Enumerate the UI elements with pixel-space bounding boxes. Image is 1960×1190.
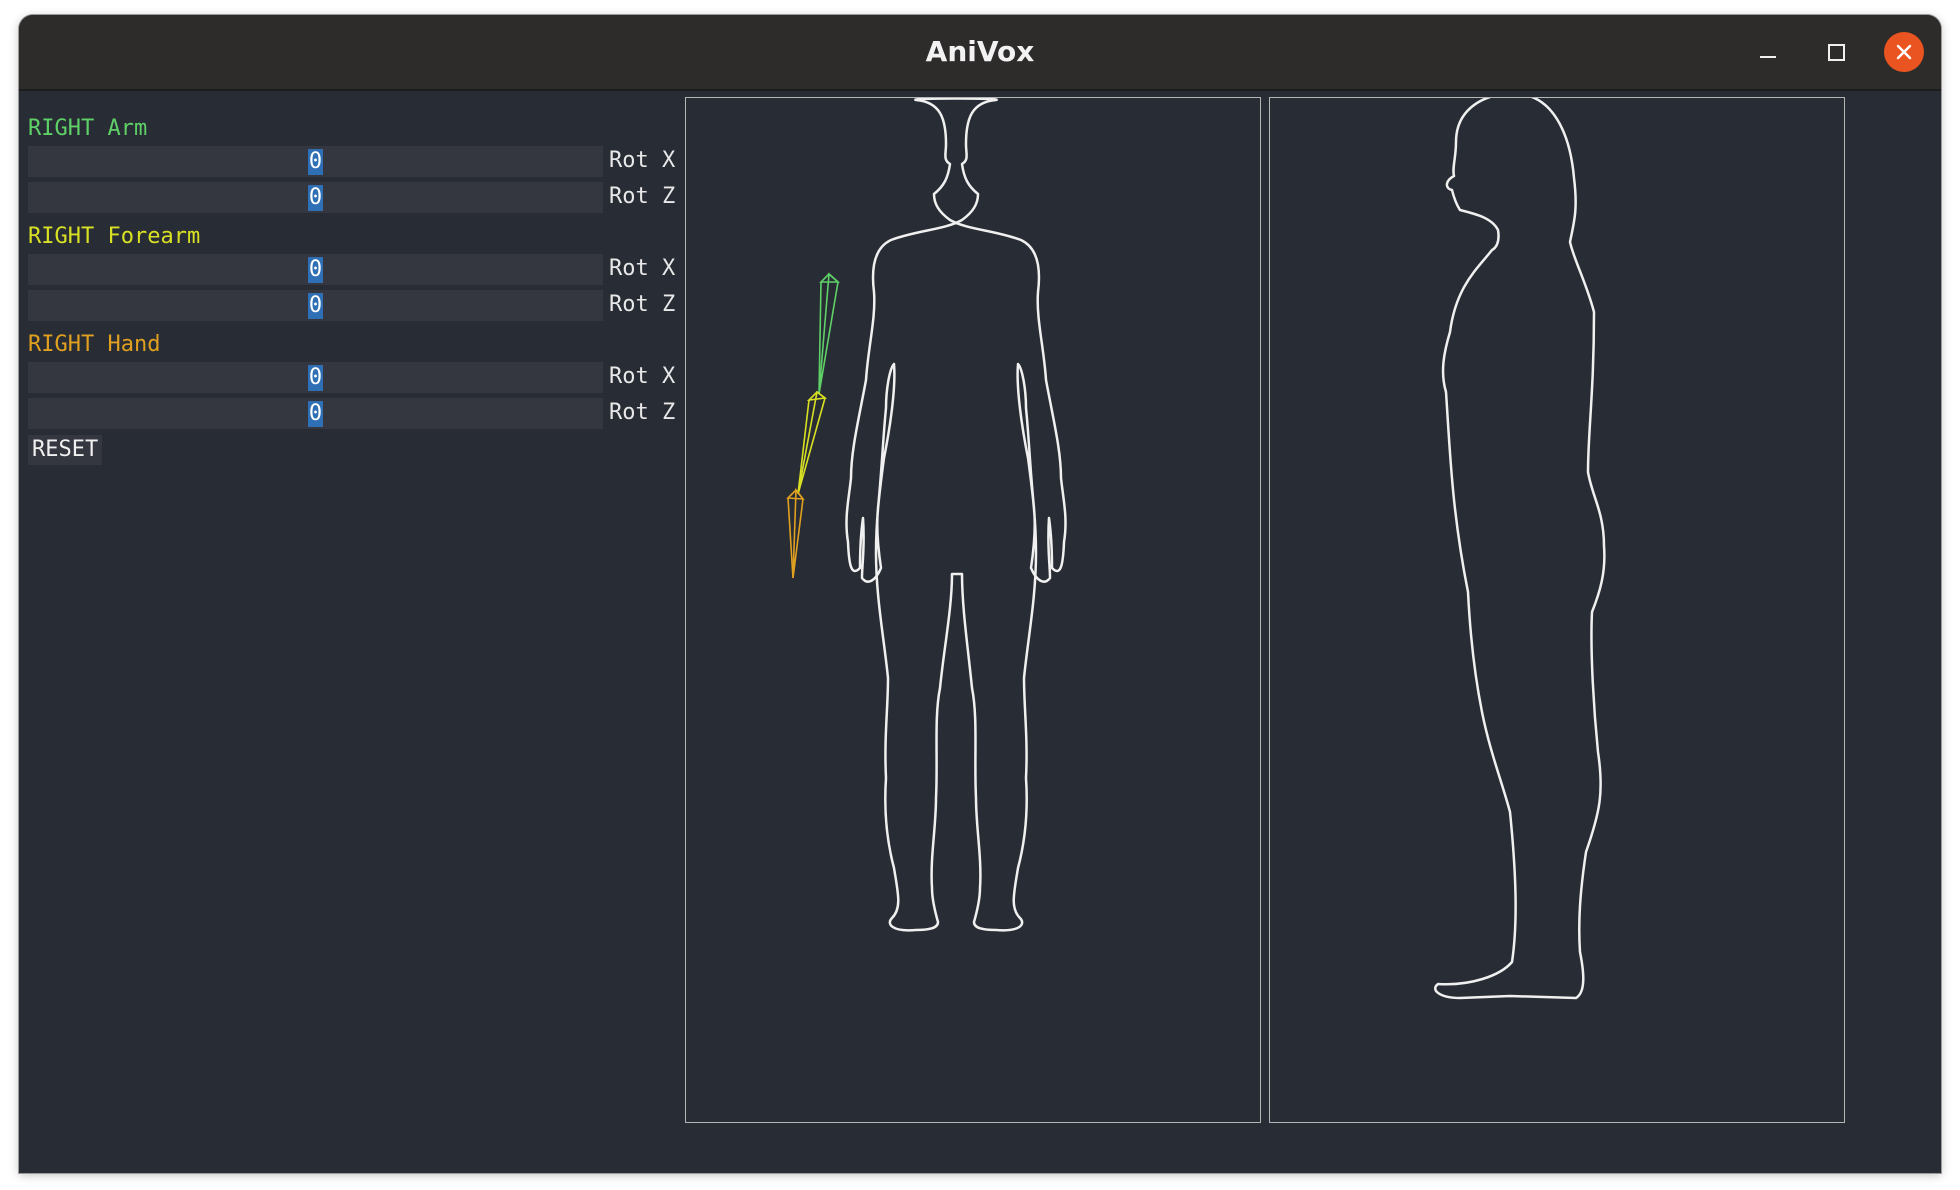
arm-rot-x-input[interactable]: 0 (28, 146, 603, 177)
hand-rot-z-value: 0 (307, 400, 324, 427)
human-side-silhouette (1434, 98, 1606, 1000)
hand-rot-z-input[interactable]: 0 (28, 398, 603, 429)
minimize-button[interactable] (1748, 32, 1788, 72)
forearm-rot-z-input[interactable]: 0 (28, 290, 603, 321)
hand-rot-x-label: Rot X (609, 364, 676, 389)
bone-control-panel: RIGHT Arm 0 Rot X 0 Rot Z RIGHT Forearm … (19, 91, 684, 1171)
front-viewport[interactable] (685, 97, 1261, 1123)
group-label-right-hand: RIGHT Hand (28, 332, 161, 357)
forearm-rot-x-value: 0 (307, 256, 324, 283)
side-viewport[interactable] (1269, 97, 1845, 1123)
close-button[interactable] (1884, 32, 1924, 72)
window-title: AniVox (925, 35, 1035, 68)
arm-rot-z-input[interactable]: 0 (28, 182, 603, 213)
hand-bone-gizmo[interactable] (786, 487, 805, 579)
group-label-right-arm: RIGHT Arm (28, 116, 148, 141)
app-window: AniVox RIGHT Arm 0 Rot X 0 Rot Z RIGHT F… (19, 15, 1941, 1173)
arm-rot-z-value: 0 (307, 184, 324, 211)
arm-rot-x-label: Rot X (609, 148, 676, 173)
reset-button[interactable]: RESET (28, 435, 103, 465)
hand-rot-x-value: 0 (307, 364, 324, 391)
title-bar[interactable]: AniVox (19, 15, 1941, 91)
arm-rot-x-value: 0 (307, 148, 324, 175)
forearm-bone-gizmo[interactable] (797, 390, 828, 495)
human-front-silhouette (786, 98, 1067, 932)
hand-rot-z-label: Rot Z (609, 400, 676, 425)
maximize-icon (1827, 43, 1845, 61)
forearm-rot-z-label: Rot Z (609, 292, 676, 317)
group-label-right-forearm: RIGHT Forearm (28, 224, 201, 249)
arm-bone-gizmo[interactable] (818, 272, 841, 395)
hand-rot-x-input[interactable]: 0 (28, 362, 603, 393)
arm-rot-z-label: Rot Z (609, 184, 676, 209)
minimize-icon (1760, 56, 1776, 58)
maximize-button[interactable] (1816, 32, 1856, 72)
forearm-rot-z-value: 0 (307, 292, 324, 319)
forearm-rot-x-label: Rot X (609, 256, 676, 281)
forearm-rot-x-input[interactable]: 0 (28, 254, 603, 285)
close-icon (1896, 44, 1912, 60)
